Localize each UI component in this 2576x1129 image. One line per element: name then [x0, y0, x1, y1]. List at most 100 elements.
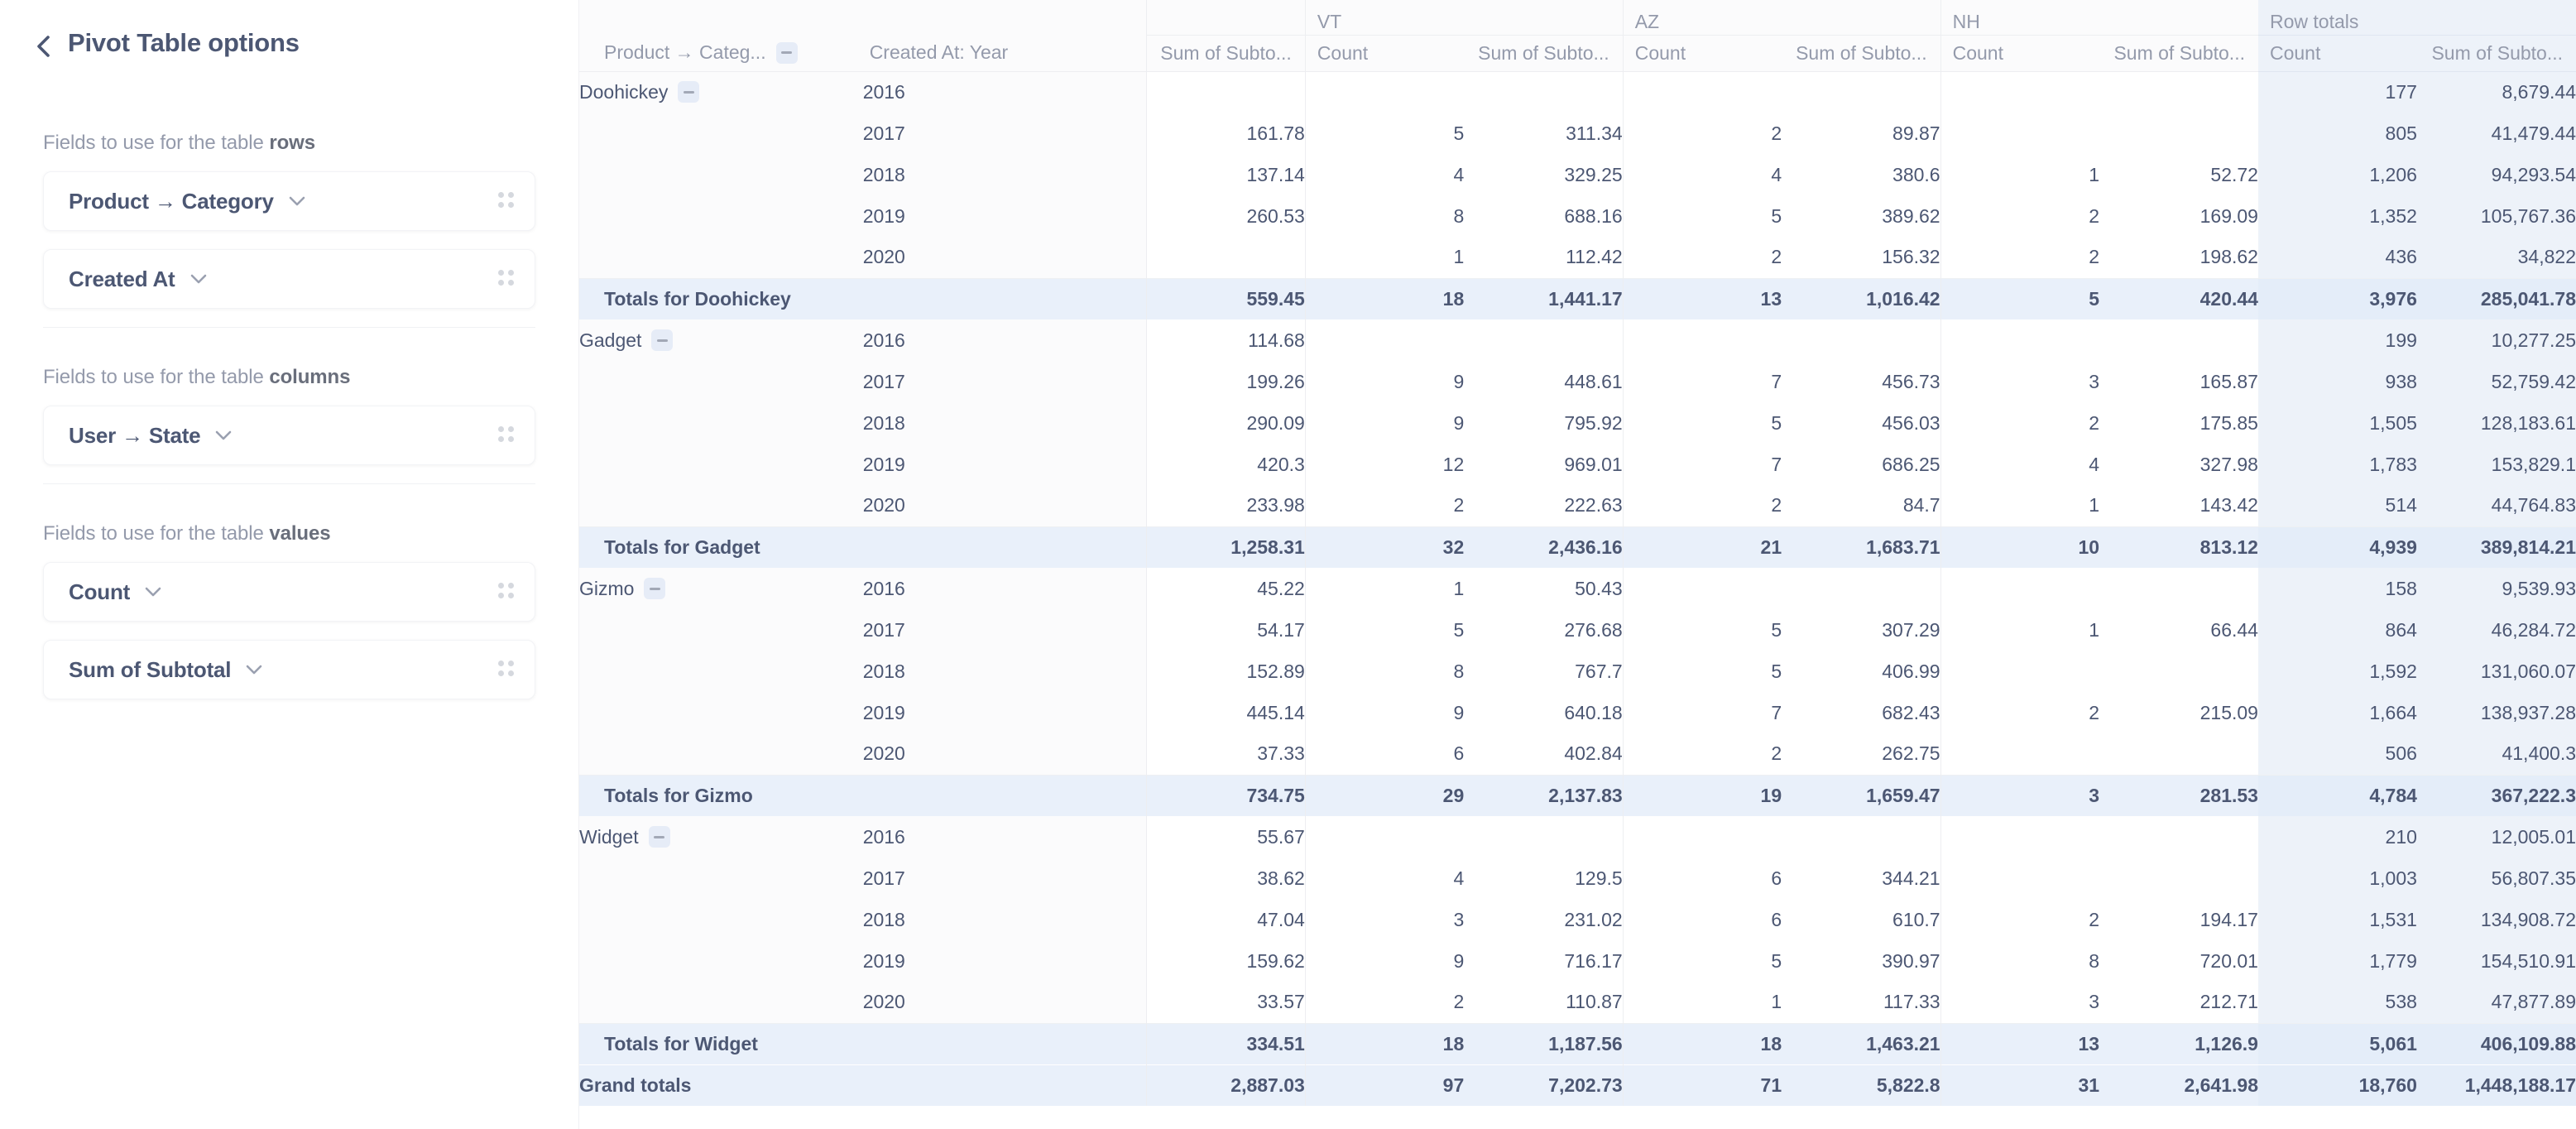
group-totals-cell[interactable]: 1,016.42	[1782, 277, 1941, 319]
data-cell[interactable]: 46,284.72	[2416, 609, 2576, 651]
group-totals-cell[interactable]: 813.12	[2099, 526, 2258, 568]
row-year-cell[interactable]: 2017	[862, 113, 1147, 154]
row-category-cell[interactable]: Doohickey	[579, 71, 863, 113]
data-cell[interactable]: 159.62	[1145, 940, 1306, 982]
data-cell[interactable]: 640.18	[1464, 692, 1624, 733]
data-cell[interactable]	[1782, 319, 1941, 361]
measure-header-az-sum[interactable]: Sum of Subto...	[1782, 35, 1941, 72]
data-cell[interactable]	[2099, 816, 2258, 858]
data-cell[interactable]: 9	[1304, 692, 1465, 733]
data-cell[interactable]: 260.53	[1145, 195, 1306, 237]
data-cell[interactable]: 158	[2257, 568, 2417, 609]
data-cell[interactable]: 5	[1622, 651, 1782, 692]
data-cell[interactable]: 9,539.93	[2416, 568, 2576, 609]
data-cell[interactable]: 3	[1940, 361, 2100, 402]
drag-handle-icon[interactable]	[498, 661, 514, 679]
data-cell[interactable]: 6	[1622, 899, 1782, 940]
chevron-down-icon[interactable]	[215, 430, 232, 441]
data-cell[interactable]	[1464, 319, 1624, 361]
chevron-left-icon[interactable]	[35, 34, 53, 57]
data-cell[interactable]: 2	[1940, 195, 2100, 237]
data-cell[interactable]: 138,937.28	[2416, 692, 2576, 733]
data-cell[interactable]: 9	[1304, 361, 1465, 402]
group-totals-cell[interactable]: 1,441.17	[1464, 277, 1624, 319]
data-cell[interactable]: 129.5	[1464, 858, 1624, 899]
grand-totals-cell[interactable]: 71	[1622, 1064, 1782, 1106]
group-totals-row[interactable]: Totals for Gadget 1,258.31 32 2,436.16 21 1,6…	[579, 526, 2576, 568]
data-cell[interactable]: 456.03	[1782, 402, 1941, 444]
data-cell[interactable]: 767.7	[1464, 651, 1624, 692]
data-cell[interactable]	[2099, 71, 2258, 113]
data-cell[interactable]: 8	[1940, 940, 2100, 982]
data-cell[interactable]: 84.7	[1782, 485, 1941, 526]
data-cell[interactable]: 154,510.91	[2416, 940, 2576, 982]
row-header-product-category[interactable]: Product → Categ...	[579, 35, 863, 72]
row-category-cell[interactable]: Gizmo	[579, 568, 863, 609]
row-year-cell[interactable]: 2016	[862, 319, 1147, 361]
data-cell[interactable]: 2	[1622, 733, 1782, 775]
data-cell[interactable]: 165.87	[2099, 361, 2258, 402]
data-cell[interactable]: 1	[1940, 154, 2100, 195]
data-cell[interactable]: 94,293.54	[2416, 154, 2576, 195]
table-row[interactable]: Gadget 2016 114.68 199 10,277.25	[579, 319, 2576, 361]
data-cell[interactable]: 105,767.36	[2416, 195, 2576, 237]
group-totals-cell[interactable]: 18	[1304, 1022, 1465, 1064]
field-card-product-category[interactable]: Product → Category	[43, 171, 535, 231]
data-cell[interactable]: 2	[1622, 237, 1782, 278]
data-cell[interactable]: 5	[1622, 195, 1782, 237]
group-totals-cell[interactable]: 1,659.47	[1782, 774, 1941, 816]
group-totals-cell[interactable]: 334.51	[1145, 1022, 1306, 1064]
row-year-cell[interactable]: 2018	[862, 402, 1147, 444]
data-cell[interactable]: 4	[1940, 444, 2100, 485]
data-cell[interactable]: 37.33	[1145, 733, 1306, 775]
row-year-cell[interactable]: 2020	[862, 485, 1147, 526]
table-row[interactable]: 2017 38.62 4 129.5 6 344.21 1,003 56,807.35	[579, 858, 2576, 899]
data-cell[interactable]: 7	[1622, 444, 1782, 485]
measure-header-nh-count[interactable]: Count	[1940, 35, 2100, 72]
data-cell[interactable]: 4	[1622, 154, 1782, 195]
data-cell[interactable]: 233.98	[1145, 485, 1306, 526]
data-cell[interactable]: 514	[2257, 485, 2417, 526]
data-cell[interactable]: 5	[1622, 402, 1782, 444]
data-cell[interactable]	[2099, 113, 2258, 154]
data-cell[interactable]: 1,505	[2257, 402, 2417, 444]
row-year-cell[interactable]: 2019	[862, 692, 1147, 733]
group-totals-row[interactable]: Totals for Gizmo 734.75 29 2,137.83 19 1,659.…	[579, 774, 2576, 816]
data-cell[interactable]: 156.32	[1782, 237, 1941, 278]
data-cell[interactable]: 716.17	[1464, 940, 1624, 982]
data-cell[interactable]: 686.25	[1782, 444, 1941, 485]
data-cell[interactable]	[1622, 71, 1782, 113]
data-cell[interactable]: 795.92	[1464, 402, 1624, 444]
data-cell[interactable]: 33.57	[1145, 982, 1306, 1023]
group-totals-cell[interactable]: 4,784	[2257, 774, 2417, 816]
row-year-cell[interactable]: 2019	[862, 444, 1147, 485]
table-row[interactable]: 2019 420.3 12 969.01 7 686.25 4 327.98 1,783 153,…	[579, 444, 2576, 485]
data-cell[interactable]	[1940, 651, 2100, 692]
data-cell[interactable]	[1940, 71, 2100, 113]
table-row[interactable]: 2017 199.26 9 448.61 7 456.73 3 165.87 938 52,759…	[579, 361, 2576, 402]
row-year-cell[interactable]: 2019	[862, 940, 1147, 982]
field-card-count[interactable]: Count	[43, 562, 535, 622]
data-cell[interactable]: 34,822	[2416, 237, 2576, 278]
data-cell[interactable]: 137.14	[1145, 154, 1306, 195]
data-cell[interactable]: 9	[1304, 940, 1465, 982]
data-cell[interactable]: 6	[1622, 858, 1782, 899]
data-cell[interactable]	[1622, 816, 1782, 858]
table-row[interactable]: 2019 260.53 8 688.16 5 389.62 2 169.09 1,352 105,…	[579, 195, 2576, 237]
data-cell[interactable]	[1464, 816, 1624, 858]
row-year-cell[interactable]: 2020	[862, 733, 1147, 775]
group-totals-cell[interactable]: 1,258.31	[1145, 526, 1306, 568]
data-cell[interactable]: 9	[1304, 402, 1465, 444]
data-cell[interactable]: 1	[1940, 609, 2100, 651]
data-cell[interactable]: 805	[2257, 113, 2417, 154]
data-cell[interactable]: 2	[1304, 982, 1465, 1023]
row-year-cell[interactable]: 2017	[862, 609, 1147, 651]
data-cell[interactable]: 1,779	[2257, 940, 2417, 982]
data-cell[interactable]: 114.68	[1145, 319, 1306, 361]
data-cell[interactable]: 327.98	[2099, 444, 2258, 485]
data-cell[interactable]: 38.62	[1145, 858, 1306, 899]
field-card-user-state[interactable]: User → State	[43, 406, 535, 465]
row-header-created-at-year[interactable]: Created At: Year	[862, 35, 1147, 72]
data-cell[interactable]: 41,479.44	[2416, 113, 2576, 154]
data-cell[interactable]: 89.87	[1782, 113, 1941, 154]
